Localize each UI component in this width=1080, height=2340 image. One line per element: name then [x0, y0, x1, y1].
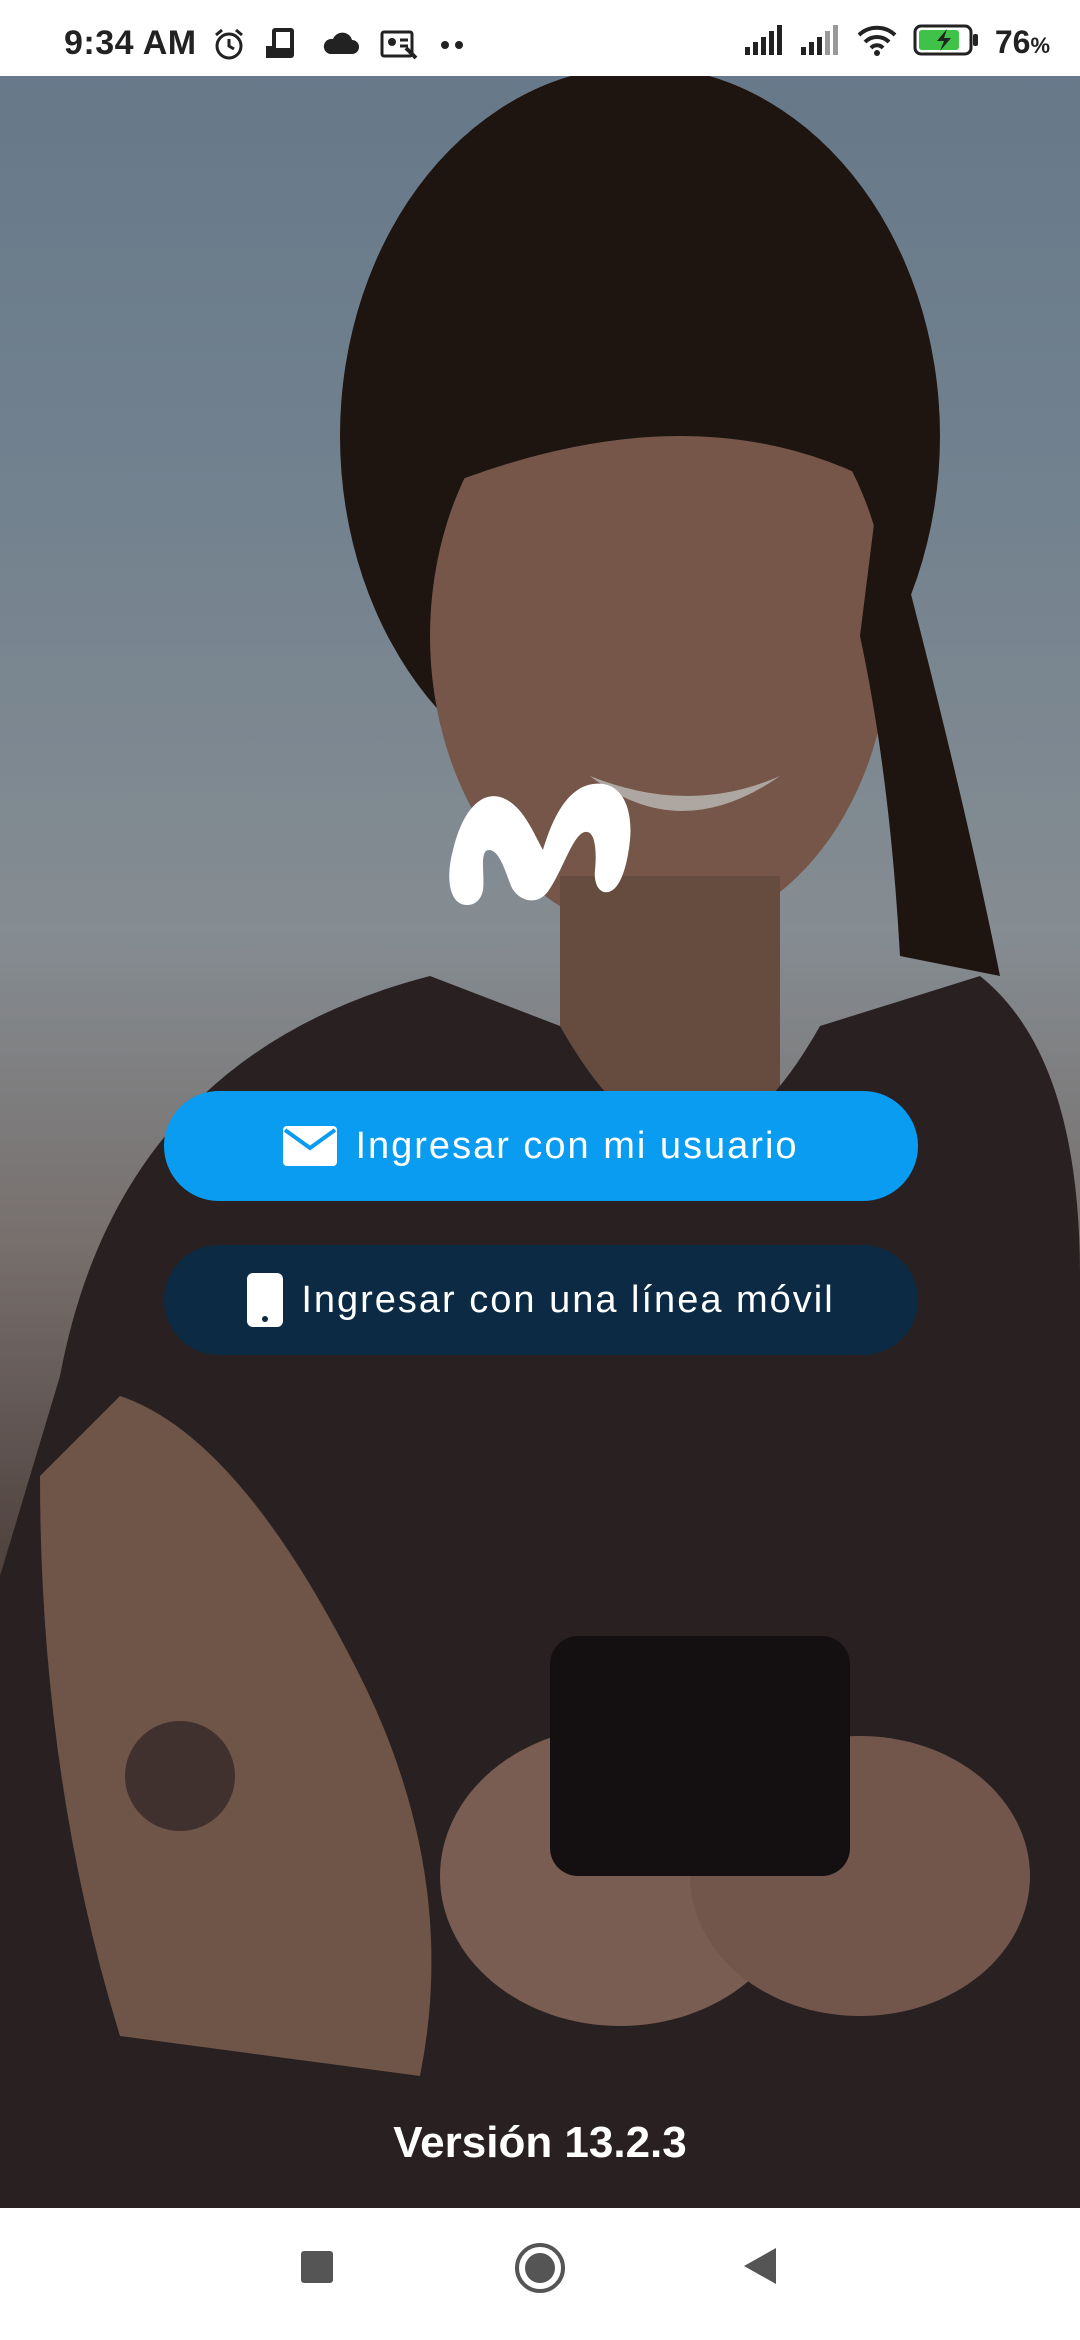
- wifi-icon: [857, 24, 897, 61]
- contact-card-icon: [380, 28, 418, 65]
- more-dots-icon: [438, 38, 466, 56]
- login-with-user-label: Ingresar con mi usuario: [355, 1124, 799, 1167]
- home-circle-icon[interactable]: [514, 2242, 566, 2299]
- mobile-phone-icon: [247, 1273, 284, 1327]
- alarm-icon: [212, 27, 246, 66]
- status-icons-left: [212, 26, 466, 67]
- login-with-mobile-line-label: Ingresar con una línea móvil: [301, 1278, 835, 1321]
- envelope-icon: [283, 1126, 338, 1166]
- login-with-user-button[interactable]: Ingresar con mi usuario: [164, 1091, 918, 1201]
- status-time: 9:34 AM: [64, 24, 197, 62]
- app-version: Versión 13.2.3: [393, 2118, 687, 2167]
- battery-charging-icon: [913, 24, 979, 61]
- back-triangle-icon[interactable]: [742, 2246, 778, 2291]
- cloud-icon: [322, 30, 360, 63]
- status-icons-right: 76%: [744, 24, 1050, 61]
- signal-icon: [744, 25, 785, 60]
- phone-cast-icon: [266, 26, 302, 67]
- battery-percent: 76%: [994, 24, 1050, 60]
- system-nav-bar: [0, 2208, 1080, 2340]
- signal-icon-2: [800, 25, 841, 60]
- login-with-mobile-line-button[interactable]: Ingresar con una línea móvil: [164, 1245, 918, 1355]
- movistar-logo: [445, 770, 635, 920]
- recent-apps-square-icon[interactable]: [300, 2250, 334, 2289]
- status-bar: 9:34 AM 76%: [0, 0, 1080, 76]
